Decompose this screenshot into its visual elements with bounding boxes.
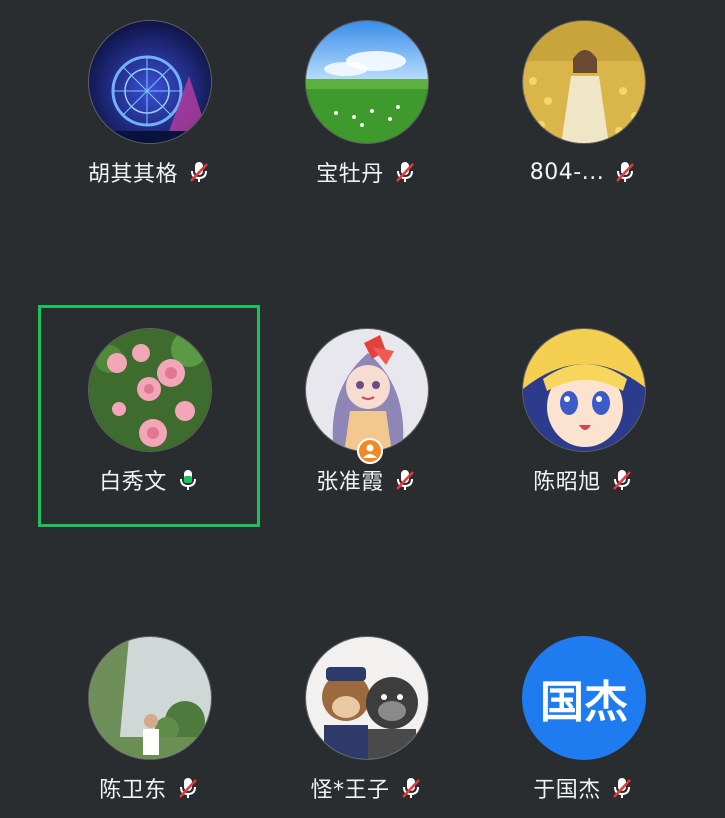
participant-name: 陈昭旭: [533, 470, 601, 495]
avatar[interactable]: [305, 636, 429, 760]
participant-name-row: 胡其其格: [40, 156, 260, 188]
participant-name: 于国杰: [533, 778, 601, 803]
mic-muted-icon[interactable]: [612, 159, 638, 185]
mic-muted-icon[interactable]: [609, 775, 635, 801]
participant-name: 白秀文: [99, 470, 167, 495]
participant-name: 陈卫东: [99, 778, 167, 803]
avatar[interactable]: [522, 328, 646, 452]
host-person-icon: [357, 438, 383, 464]
participant-name-row: 于国杰: [474, 772, 694, 804]
participant-name: 胡其其格: [87, 162, 178, 187]
mic-muted-icon[interactable]: [186, 159, 212, 185]
participant-tile[interactable]: 804-...: [474, 20, 694, 220]
participant-tile[interactable]: 胡其其格: [40, 20, 260, 220]
flower-field-image: [523, 21, 645, 143]
mic-muted-icon[interactable]: [392, 159, 418, 185]
participant-tile[interactable]: 怪*王子: [257, 636, 477, 818]
participant-tile[interactable]: 陈昭旭: [474, 328, 694, 528]
participant-name-row: 804-...: [474, 156, 694, 188]
avatar[interactable]: [305, 328, 429, 452]
participant-name-row: 陈卫东: [40, 772, 260, 804]
participant-name: 宝牡丹: [316, 162, 384, 187]
participant-name-row: 怪*王子: [257, 772, 477, 804]
peony-image: [89, 329, 211, 451]
participant-tile-active[interactable]: 白秀文: [40, 328, 260, 528]
participant-name-row: 宝牡丹: [257, 156, 477, 188]
ferris-wheel-image: [89, 21, 211, 143]
avatar-text[interactable]: 国杰: [522, 636, 646, 760]
participant-tile[interactable]: 张准霞: [257, 328, 477, 528]
anime-face-image: [523, 329, 645, 451]
participant-name: 怪*王子: [310, 778, 390, 803]
avatar[interactable]: [88, 636, 212, 760]
mic-active-icon[interactable]: [175, 467, 201, 493]
participant-tile[interactable]: 宝牡丹: [257, 20, 477, 220]
cartoon-girl-image: [306, 329, 428, 451]
mic-muted-icon[interactable]: [392, 467, 418, 493]
grassland-image: [306, 21, 428, 143]
mic-muted-icon[interactable]: [609, 467, 635, 493]
plush-monkeys-image: [306, 637, 428, 759]
park-photo-image: [89, 637, 211, 759]
participant-grid: 胡其其格 宝牡丹 804-... 白秀文 张准霞 陈昭旭 陈卫东 怪*王子 国杰…: [0, 0, 725, 818]
participant-name: 804-...: [529, 159, 605, 185]
participant-name: 张准霞: [316, 470, 384, 495]
participant-name-row: 陈昭旭: [474, 464, 694, 496]
mic-muted-icon[interactable]: [398, 775, 424, 801]
participant-name-row: 张准霞: [257, 464, 477, 496]
participant-name-row: 白秀文: [40, 464, 260, 496]
mic-muted-icon[interactable]: [175, 775, 201, 801]
avatar[interactable]: [305, 20, 429, 144]
avatar[interactable]: [522, 20, 646, 144]
participant-tile[interactable]: 国杰 于国杰: [474, 636, 694, 818]
avatar[interactable]: [88, 20, 212, 144]
avatar[interactable]: [88, 328, 212, 452]
participant-tile[interactable]: 陈卫东: [40, 636, 260, 818]
